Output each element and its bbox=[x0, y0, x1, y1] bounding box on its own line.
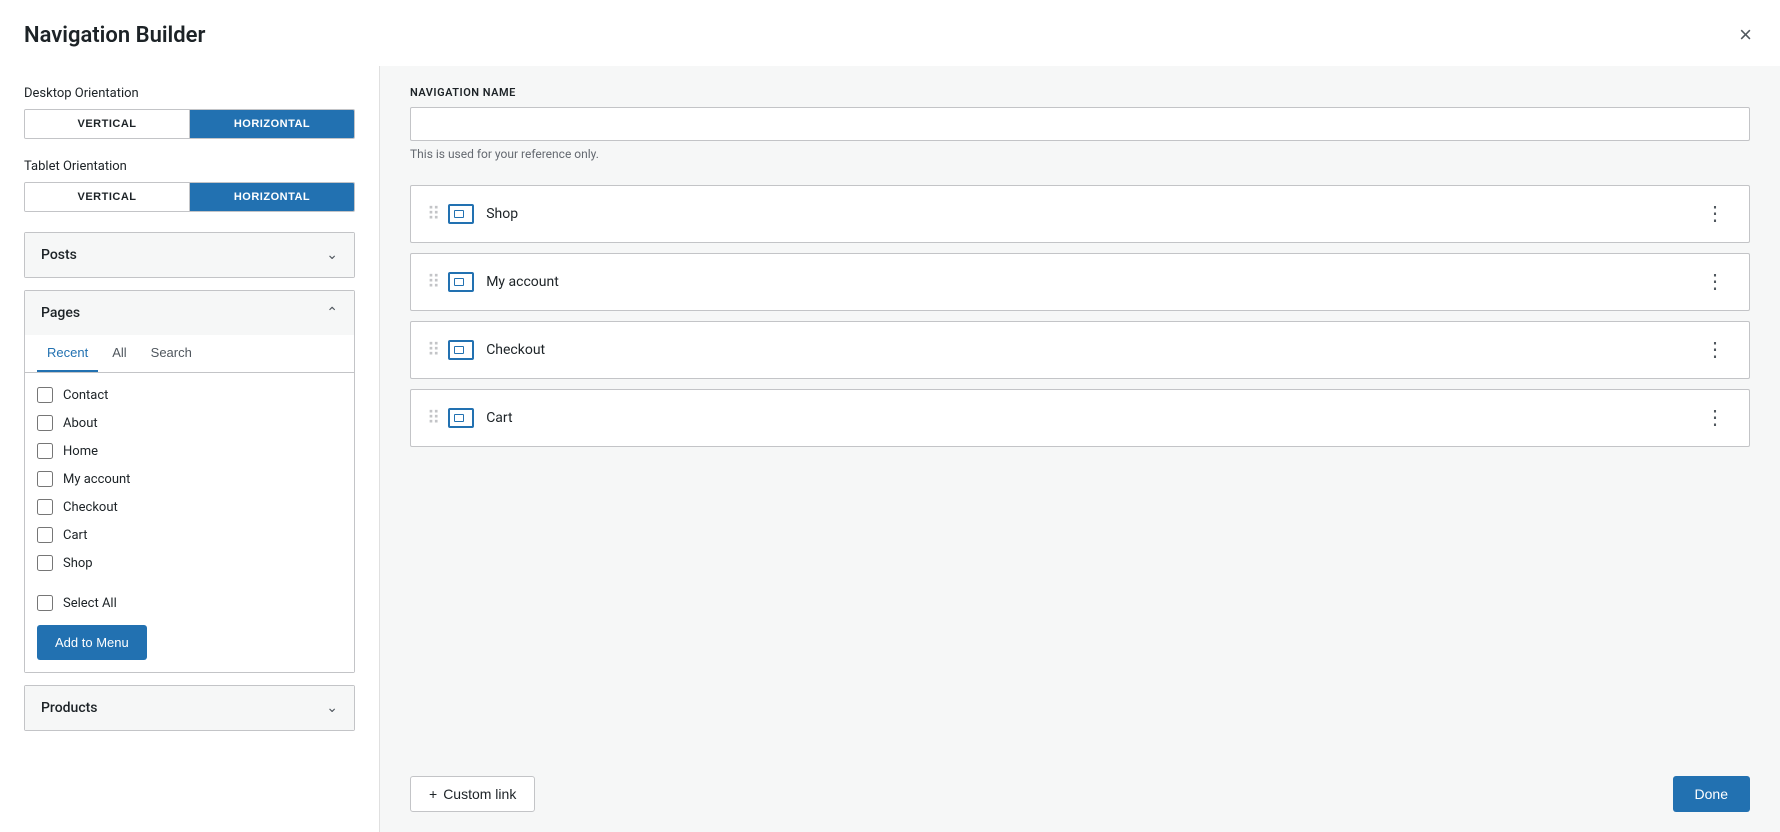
modal-body: Desktop Orientation VERTICAL HORIZONTAL … bbox=[0, 66, 1780, 832]
tab-search[interactable]: Search bbox=[141, 335, 202, 372]
table-row: ⠿ Checkout ⋮ bbox=[410, 321, 1750, 379]
add-to-menu-button[interactable]: Add to Menu bbox=[37, 625, 147, 660]
select-all-checkbox[interactable] bbox=[37, 595, 53, 611]
more-options-button[interactable]: ⋮ bbox=[1697, 268, 1733, 296]
close-button[interactable]: × bbox=[1735, 20, 1756, 50]
list-item: About bbox=[37, 409, 342, 437]
right-footer: + Custom link Done bbox=[410, 760, 1750, 812]
desktop-orientation-buttons: VERTICAL HORIZONTAL bbox=[24, 109, 355, 139]
posts-chevron-icon: ⌄ bbox=[326, 247, 338, 263]
drag-handle-icon[interactable]: ⠿ bbox=[427, 408, 438, 429]
checkout-label: Checkout bbox=[63, 500, 118, 515]
menu-item-name: Cart bbox=[486, 410, 1697, 426]
menu-item-icon bbox=[448, 408, 474, 428]
home-checkbox[interactable] bbox=[37, 443, 53, 459]
posts-accordion: Posts ⌄ bbox=[24, 232, 355, 278]
cart-checkbox[interactable] bbox=[37, 527, 53, 543]
list-item: Cart bbox=[37, 521, 342, 549]
products-accordion: Products ⌄ bbox=[24, 685, 355, 731]
products-accordion-header[interactable]: Products ⌄ bbox=[25, 686, 354, 730]
tab-recent[interactable]: Recent bbox=[37, 335, 98, 372]
menu-item-name: Checkout bbox=[486, 342, 1697, 358]
pages-list: Contact About Home My account bbox=[25, 373, 354, 585]
cart-label: Cart bbox=[63, 528, 88, 543]
contact-label: Contact bbox=[63, 388, 108, 403]
posts-accordion-header[interactable]: Posts ⌄ bbox=[25, 233, 354, 277]
myaccount-checkbox[interactable] bbox=[37, 471, 53, 487]
shop-checkbox[interactable] bbox=[37, 555, 53, 571]
list-item: My account bbox=[37, 465, 342, 493]
about-checkbox[interactable] bbox=[37, 415, 53, 431]
drag-handle-icon[interactable]: ⠿ bbox=[427, 340, 438, 361]
about-label: About bbox=[63, 416, 98, 431]
list-item: Contact bbox=[37, 381, 342, 409]
drag-handle-icon[interactable]: ⠿ bbox=[427, 272, 438, 293]
menu-items-list: ⠿ Shop ⋮ ⠿ My account ⋮ ⠿ Checkout ⋮ bbox=[410, 185, 1750, 740]
tablet-orientation-buttons: VERTICAL HORIZONTAL bbox=[24, 182, 355, 212]
desktop-orientation-label: Desktop Orientation bbox=[24, 86, 355, 101]
myaccount-label: My account bbox=[63, 472, 130, 487]
right-panel: NAVIGATION NAME This is used for your re… bbox=[380, 66, 1780, 832]
modal-header: Navigation Builder × bbox=[0, 0, 1780, 66]
navigation-builder-modal: Navigation Builder × Desktop Orientation… bbox=[0, 0, 1780, 832]
custom-link-button[interactable]: + Custom link bbox=[410, 776, 535, 812]
posts-accordion-title: Posts bbox=[41, 247, 77, 263]
drag-handle-icon[interactable]: ⠿ bbox=[427, 204, 438, 225]
select-all-row: Select All bbox=[37, 585, 342, 625]
pages-accordion-content: Recent All Search Contact About bbox=[25, 335, 354, 672]
tablet-orientation-section: Tablet Orientation VERTICAL HORIZONTAL bbox=[24, 159, 355, 212]
list-item: Shop bbox=[37, 549, 342, 577]
pages-accordion-header[interactable]: Pages ⌃ bbox=[25, 291, 354, 335]
done-button[interactable]: Done bbox=[1673, 776, 1750, 812]
pages-accordion: Pages ⌃ Recent All Search Contact bbox=[24, 290, 355, 673]
plus-icon: + bbox=[429, 786, 437, 802]
nav-name-input[interactable] bbox=[410, 107, 1750, 141]
pages-chevron-icon: ⌃ bbox=[326, 305, 338, 321]
menu-item-icon bbox=[448, 340, 474, 360]
home-label: Home bbox=[63, 444, 98, 459]
tablet-horizontal-button[interactable]: HORIZONTAL bbox=[190, 183, 354, 211]
list-item: Home bbox=[37, 437, 342, 465]
tablet-vertical-button[interactable]: VERTICAL bbox=[25, 183, 190, 211]
desktop-horizontal-button[interactable]: HORIZONTAL bbox=[190, 110, 354, 138]
nav-name-label: NAVIGATION NAME bbox=[410, 86, 1750, 99]
nav-name-section: NAVIGATION NAME This is used for your re… bbox=[410, 86, 1750, 161]
products-chevron-icon: ⌄ bbox=[326, 700, 338, 716]
checkout-checkbox[interactable] bbox=[37, 499, 53, 515]
shop-label: Shop bbox=[63, 556, 93, 571]
desktop-orientation-section: Desktop Orientation VERTICAL HORIZONTAL bbox=[24, 86, 355, 139]
nav-name-hint: This is used for your reference only. bbox=[410, 147, 1750, 161]
select-all-label: Select All bbox=[63, 596, 117, 611]
list-item: Checkout bbox=[37, 493, 342, 521]
menu-item-name: My account bbox=[486, 274, 1697, 290]
tablet-orientation-label: Tablet Orientation bbox=[24, 159, 355, 174]
menu-item-icon bbox=[448, 272, 474, 292]
tab-all[interactable]: All bbox=[102, 335, 136, 372]
menu-item-name: Shop bbox=[486, 206, 1697, 222]
more-options-button[interactable]: ⋮ bbox=[1697, 336, 1733, 364]
modal-title: Navigation Builder bbox=[24, 23, 205, 48]
contact-checkbox[interactable] bbox=[37, 387, 53, 403]
table-row: ⠿ Shop ⋮ bbox=[410, 185, 1750, 243]
products-accordion-title: Products bbox=[41, 700, 98, 716]
more-options-button[interactable]: ⋮ bbox=[1697, 200, 1733, 228]
more-options-button[interactable]: ⋮ bbox=[1697, 404, 1733, 432]
custom-link-label: Custom link bbox=[443, 786, 516, 802]
pages-accordion-title: Pages bbox=[41, 305, 80, 321]
desktop-vertical-button[interactable]: VERTICAL bbox=[25, 110, 190, 138]
table-row: ⠿ My account ⋮ bbox=[410, 253, 1750, 311]
left-panel: Desktop Orientation VERTICAL HORIZONTAL … bbox=[0, 66, 380, 832]
pages-footer: Select All Add to Menu bbox=[25, 585, 354, 672]
menu-item-icon bbox=[448, 204, 474, 224]
table-row: ⠿ Cart ⋮ bbox=[410, 389, 1750, 447]
pages-tabs-row: Recent All Search bbox=[25, 335, 354, 373]
